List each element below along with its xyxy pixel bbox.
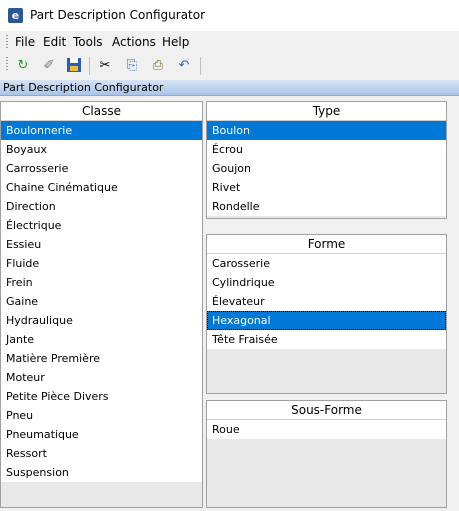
list-item[interactable]: Ressort bbox=[1, 444, 202, 463]
list-item[interactable]: Gaine bbox=[1, 292, 202, 311]
list-item[interactable]: Écrou bbox=[207, 140, 446, 159]
list-item[interactable]: Frein bbox=[1, 273, 202, 292]
sous-forme-list[interactable]: Sous-Forme Roue bbox=[206, 400, 447, 508]
menu-file[interactable]: File bbox=[15, 35, 35, 49]
list-item[interactable]: Élevateur bbox=[207, 292, 446, 311]
list-item[interactable]: Pneu bbox=[1, 406, 202, 425]
list-item[interactable]: Boyaux bbox=[1, 140, 202, 159]
list-item[interactable]: Suspension bbox=[1, 463, 202, 482]
refresh-icon[interactable]: ↻ bbox=[14, 57, 32, 75]
list-item[interactable]: Carosserie bbox=[207, 254, 446, 273]
list-item[interactable]: Chaine Cinématique bbox=[1, 178, 202, 197]
title-bar: e Part Description Configurator bbox=[0, 0, 459, 31]
list-item[interactable]: Matière Première bbox=[1, 349, 202, 368]
list-item[interactable]: Essieu bbox=[1, 235, 202, 254]
list-item[interactable]: Hexagonal bbox=[207, 311, 446, 330]
list-item[interactable]: Jante bbox=[1, 330, 202, 349]
list-item[interactable]: Hydraulique bbox=[1, 311, 202, 330]
menu-actions[interactable]: Actions bbox=[112, 35, 156, 49]
list-item[interactable]: Fluide bbox=[1, 254, 202, 273]
list-item[interactable]: Cylindrique bbox=[207, 273, 446, 292]
menu-grip bbox=[6, 35, 8, 50]
paste-icon[interactable]: ⎙ bbox=[149, 57, 167, 75]
list-item[interactable]: Goujon bbox=[207, 159, 446, 178]
menu-edit[interactable]: Edit bbox=[43, 35, 66, 49]
save-icon[interactable] bbox=[65, 57, 83, 75]
toolbar-separator bbox=[89, 57, 90, 75]
list-item[interactable]: Roue bbox=[207, 420, 446, 439]
list-item[interactable]: Boulonnerie bbox=[1, 121, 202, 140]
list-item[interactable]: Moteur bbox=[1, 368, 202, 387]
list-item[interactable]: Boulon bbox=[207, 121, 446, 140]
toolbar: ↻ ✐ ✂ ⎘ ⎙ ↶ bbox=[0, 53, 459, 80]
eraser-icon[interactable]: ✐ bbox=[40, 57, 58, 75]
list-item[interactable]: Petite Pièce Divers bbox=[1, 387, 202, 406]
copy-icon[interactable]: ⎘ bbox=[123, 57, 141, 75]
type-header: Type bbox=[207, 102, 446, 121]
undo-icon[interactable]: ↶ bbox=[175, 57, 193, 75]
list-item[interactable]: Tête Fraisée bbox=[207, 330, 446, 349]
list-item[interactable]: Carrosserie bbox=[1, 159, 202, 178]
forme-header: Forme bbox=[207, 235, 446, 254]
panel-header: Part Description Configurator bbox=[0, 80, 459, 96]
list-item[interactable]: Rivet bbox=[207, 178, 446, 197]
classe-header: Classe bbox=[1, 102, 202, 121]
menu-tools[interactable]: Tools bbox=[73, 35, 103, 49]
type-list[interactable]: Type Boulon Écrou Goujon Rivet Rondelle bbox=[206, 101, 447, 219]
toolbar-separator bbox=[200, 57, 201, 75]
classe-list[interactable]: Classe Boulonnerie Boyaux Carrosserie Chain… bbox=[0, 101, 203, 508]
panel-title: Part Description Configurator bbox=[3, 81, 164, 94]
list-item[interactable]: Pneumatique bbox=[1, 425, 202, 444]
window-title: Part Description Configurator bbox=[30, 8, 206, 22]
app-icon: e bbox=[8, 8, 23, 23]
list-item[interactable]: Direction bbox=[1, 197, 202, 216]
sous-forme-header: Sous-Forme bbox=[207, 401, 446, 420]
toolbar-grip bbox=[6, 57, 8, 72]
menu-help[interactable]: Help bbox=[162, 35, 189, 49]
forme-list[interactable]: Forme Carosserie Cylindrique Élevateur Hexa… bbox=[206, 234, 447, 394]
menu-bar: File Edit Tools Actions Help bbox=[0, 31, 459, 53]
cut-icon[interactable]: ✂ bbox=[96, 57, 114, 75]
list-item[interactable]: Rondelle bbox=[207, 197, 446, 216]
list-item[interactable]: Électrique bbox=[1, 216, 202, 235]
